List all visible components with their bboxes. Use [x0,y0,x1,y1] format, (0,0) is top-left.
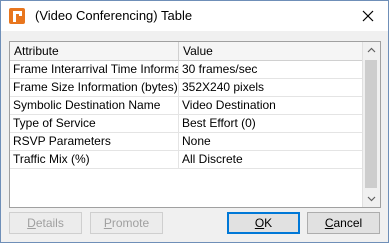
scroll-down-arrow-icon[interactable] [363,190,380,207]
promote-label: romote [111,216,150,230]
attribute-cell[interactable]: Frame Interarrival Time Information [10,61,179,78]
ok-button[interactable]: OK [227,212,300,234]
ok-mnemonic: O [254,216,265,230]
attribute-cell[interactable]: Frame Size Information (bytes) [10,79,179,96]
promote-button[interactable]: Promote [90,212,163,234]
attribute-cell[interactable]: Symbolic Destination Name [10,97,179,114]
attribute-table: Attribute Value Frame Interarrival Time … [9,41,381,208]
table-body: Attribute Value Frame Interarrival Time … [10,42,363,207]
table-row[interactable]: Frame Size Information (bytes) 352X240 p… [10,79,363,97]
app-logo-icon [9,8,25,24]
promote-mnemonic: P [103,216,112,230]
value-cell[interactable]: Best Effort (0) [179,115,363,132]
value-cell[interactable]: All Discrete [179,151,363,168]
table-row[interactable]: RSVP Parameters None [10,133,363,151]
table-header: Attribute Value [10,42,363,61]
vertical-scrollbar[interactable] [362,42,380,207]
table-row[interactable]: Symbolic Destination Name Video Destinat… [10,97,363,115]
scrollbar-thumb[interactable] [365,60,377,188]
details-label: etails [35,216,64,230]
attribute-cell[interactable]: RSVP Parameters [10,133,179,150]
column-header-attribute[interactable]: Attribute [10,42,179,60]
cancel-label: ancel [333,216,363,230]
value-cell[interactable]: None [179,133,363,150]
attribute-cell[interactable]: Traffic Mix (%) [10,151,179,168]
title-bar: (Video Conferencing) Table [1,1,388,31]
window-title: (Video Conferencing) Table [35,8,193,23]
details-button[interactable]: Details [9,212,82,234]
details-mnemonic: D [27,216,36,230]
close-button[interactable] [348,1,388,31]
ok-label: K [264,216,273,230]
table-row[interactable]: Frame Interarrival Time Information 30 f… [10,61,363,79]
column-header-value[interactable]: Value [179,42,363,60]
value-cell[interactable]: 352X240 pixels [179,79,363,96]
table-row[interactable]: Type of Service Best Effort (0) [10,115,363,133]
table-row[interactable]: Traffic Mix (%) All Discrete [10,151,363,169]
dialog-window: (Video Conferencing) Table Attribute Val… [0,0,389,243]
value-cell[interactable]: 30 frames/sec [179,61,363,78]
value-cell[interactable]: Video Destination [179,97,363,114]
attribute-cell[interactable]: Type of Service [10,115,179,132]
scroll-up-arrow-icon[interactable] [363,42,380,59]
cancel-button[interactable]: Cancel [307,212,380,234]
close-icon [362,10,374,22]
